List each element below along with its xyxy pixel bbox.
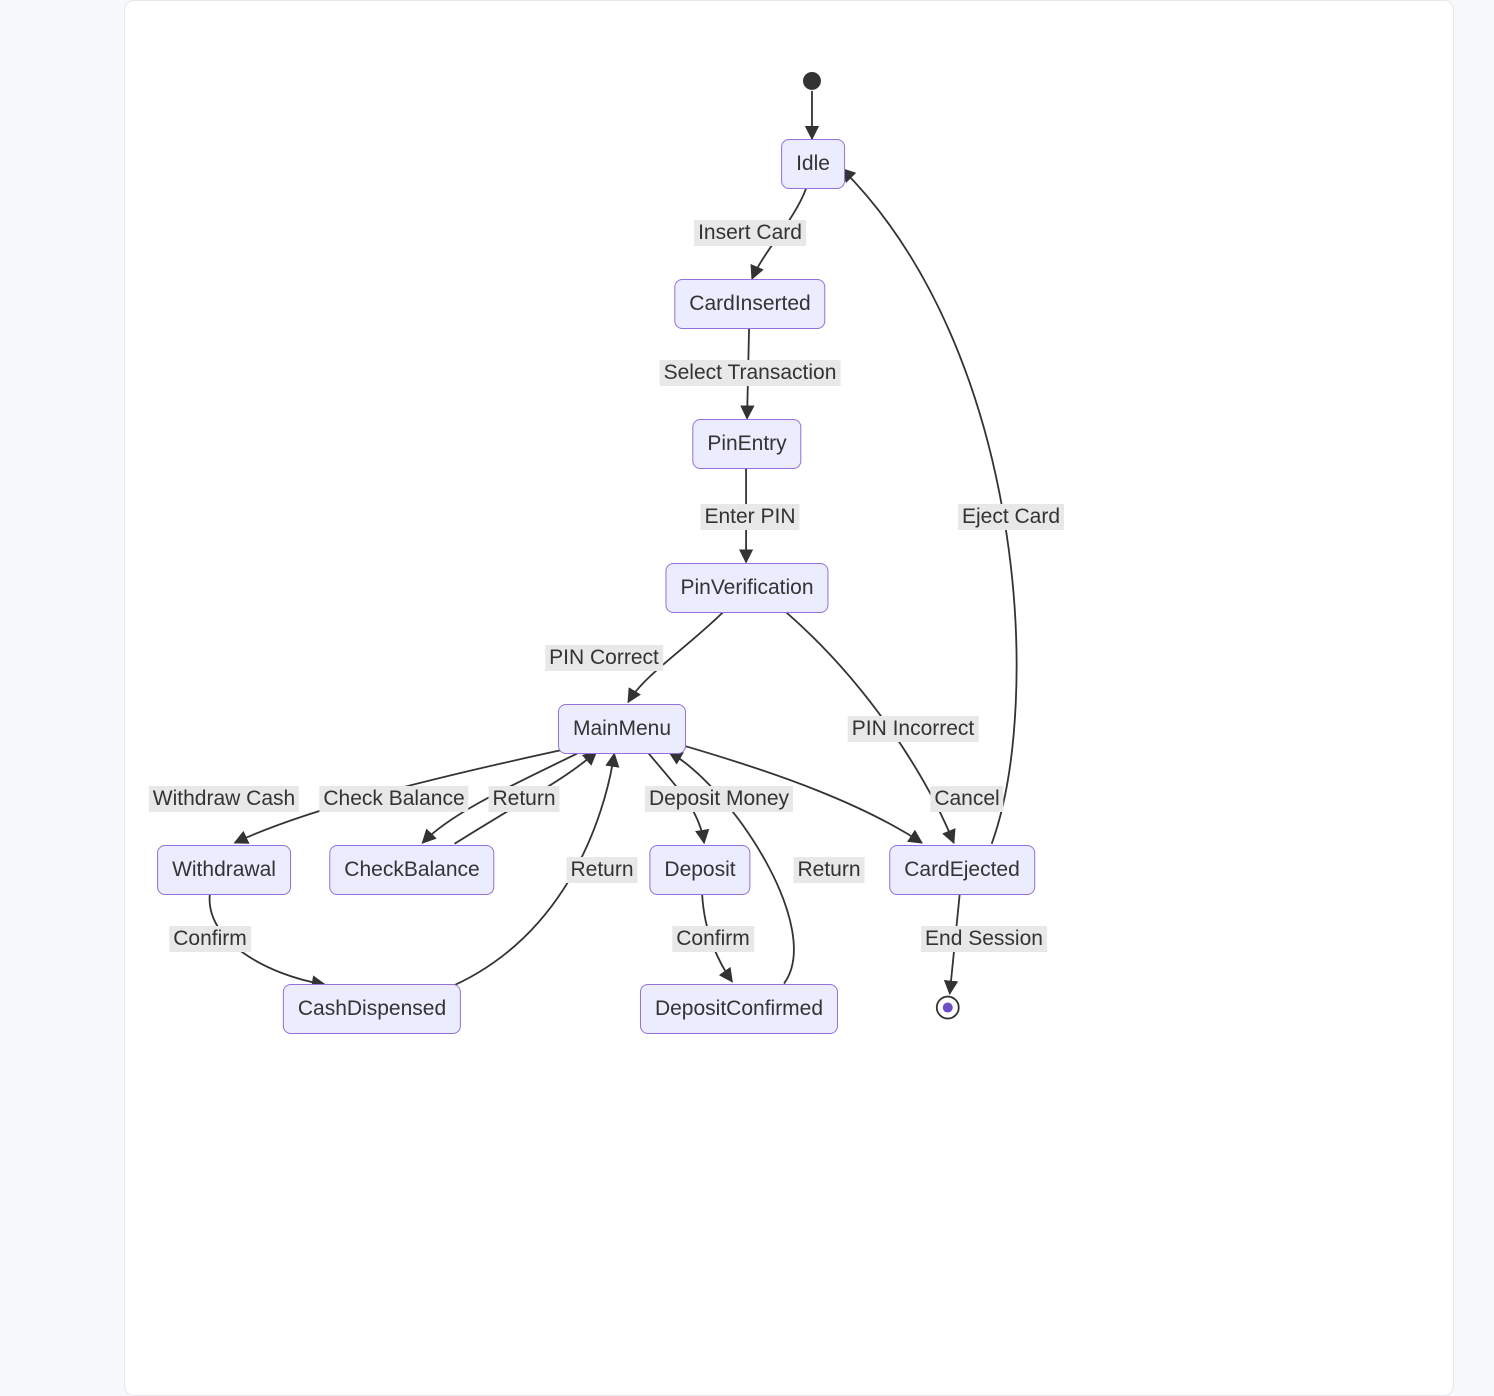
state-depositconfirmed: DepositConfirmed [640,984,838,1034]
state-cardinserted: CardInserted [674,279,825,329]
state-label: CheckBalance [344,858,479,882]
state-label: CardEjected [904,858,1020,882]
initial-state-icon [803,72,821,90]
edge-label-return-depositconfirmed: Return [793,857,864,883]
state-label: CashDispensed [298,997,446,1021]
state-cardejected: CardEjected [889,845,1035,895]
state-idle: Idle [781,139,845,189]
state-cashdispensed: CashDispensed [283,984,461,1034]
edge-label-check-balance: Check Balance [319,786,468,812]
edge-label-end-session: End Session [921,926,1047,952]
edge-label-select-transaction: Select Transaction [660,360,841,386]
final-state-dot-icon [943,1003,953,1013]
state-pinverification: PinVerification [665,563,828,613]
edge-label-eject-card: Eject Card [958,504,1064,530]
diagram-edges [125,1,1453,1395]
state-checkbalance: CheckBalance [329,845,494,895]
state-label: PinVerification [680,576,813,600]
state-label: MainMenu [573,717,671,741]
edge-label-withdraw-cash: Withdraw Cash [149,786,299,812]
state-diagram: Idle CardInserted PinEntry PinVerificati… [125,1,1453,1395]
state-label: Deposit [664,858,735,882]
state-label: Withdrawal [172,858,276,882]
state-withdrawal: Withdrawal [157,845,291,895]
state-label: Idle [796,152,830,176]
state-mainmenu: MainMenu [558,704,686,754]
edge-label-deposit-money: Deposit Money [645,786,793,812]
diagram-card: Idle CardInserted PinEntry PinVerificati… [124,0,1454,1396]
edge-label-confirm-deposit: Confirm [672,926,754,952]
edge-label-insert-card: Insert Card [694,220,806,246]
edge-label-cancel: Cancel [930,786,1003,812]
state-label: DepositConfirmed [655,997,823,1021]
edge-label-enter-pin: Enter PIN [700,504,799,530]
edge-label-return-checkbalance: Return [488,786,559,812]
edge-label-pin-incorrect: PIN Incorrect [848,716,979,742]
state-deposit: Deposit [649,845,750,895]
state-label: CardInserted [689,292,810,316]
edge-label-confirm-withdrawal: Confirm [169,926,251,952]
state-label: PinEntry [707,432,786,456]
state-pinentry: PinEntry [692,419,801,469]
edge-label-return-cashdispensed: Return [566,857,637,883]
edge-label-pin-correct: PIN Correct [545,645,663,671]
